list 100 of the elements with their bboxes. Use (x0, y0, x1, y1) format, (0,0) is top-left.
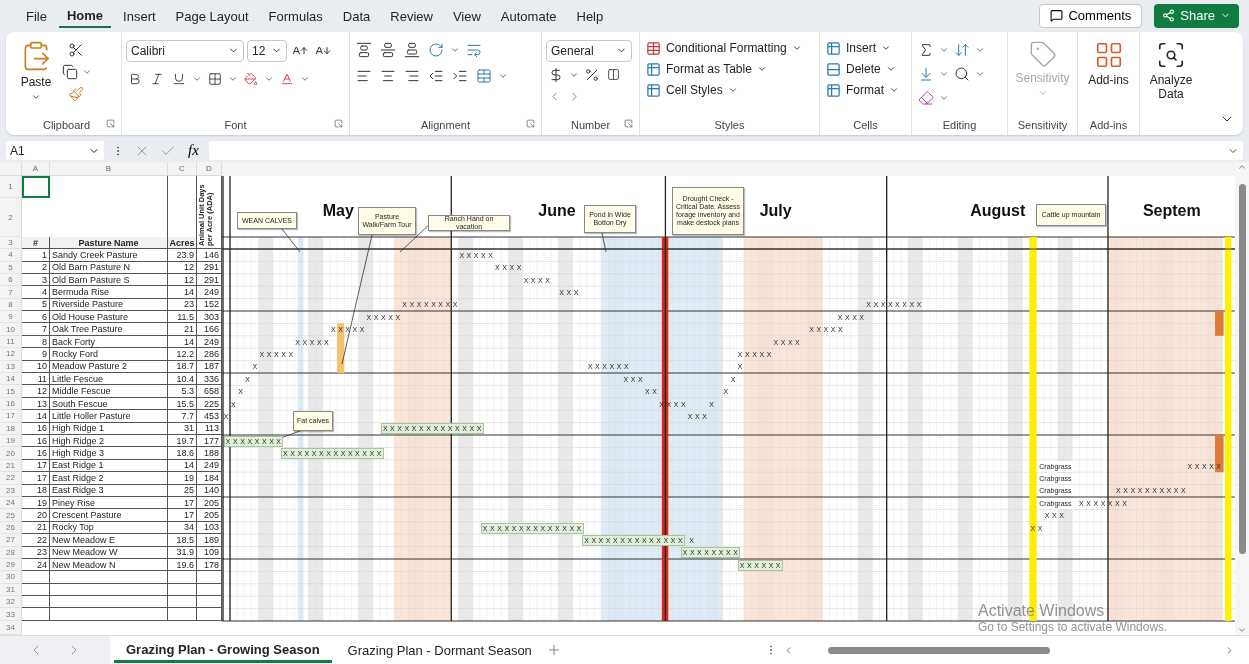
group-label: Number (570, 119, 611, 132)
table-cell: 18.5 (168, 534, 197, 547)
dialog-launcher-icon[interactable] (624, 119, 633, 129)
table-cell: 6 (22, 311, 50, 324)
name-box[interactable]: A1 (6, 141, 104, 161)
row-header: 1 (0, 176, 22, 199)
table-cell: 1 (22, 249, 50, 262)
row-header: 32 (0, 596, 22, 609)
table-cell: 14 (168, 286, 197, 299)
table-cell: 188 (197, 447, 222, 460)
fill-color-icon[interactable] (242, 69, 260, 88)
table-cell: Back Forty (50, 335, 168, 349)
menu-tab[interactable]: Home (58, 3, 112, 28)
vertical-scrollbar[interactable] (1235, 162, 1249, 636)
dialog-launcher-icon[interactable] (526, 119, 535, 129)
table-cell: East Ridge 1 (50, 459, 168, 473)
table-cell: 16 (22, 422, 50, 435)
table-cell: 3 (22, 273, 50, 287)
empty-cell (168, 596, 197, 609)
table-cell: 286 (197, 348, 222, 361)
row-header: 10 (0, 323, 22, 336)
comments-button[interactable]: Comments (1039, 3, 1143, 28)
menu-tab[interactable]: File (18, 4, 55, 27)
table-cell: 225 (197, 397, 222, 411)
table-cell: 19 (168, 472, 197, 485)
table-cell: 11 (22, 373, 50, 386)
table-cell: 249 (197, 286, 222, 299)
insert-function-button[interactable]: fx (184, 142, 203, 160)
column-header: Acres (168, 237, 197, 250)
sheet-tab[interactable]: Grazing Plan - Dormant Season (335, 639, 544, 662)
table-cell: Rocky Ford (50, 348, 168, 361)
font-name-dropdown[interactable]: Calibri (126, 39, 244, 62)
menu-tab[interactable]: Page Layout (167, 4, 257, 27)
table-cell: Rocky Top (50, 521, 168, 535)
table-cell: 166 (197, 323, 222, 336)
table-cell: 17 (168, 509, 197, 522)
table-cell: 16 (22, 435, 50, 448)
row-header: 9 (0, 311, 22, 324)
row-header: 14 (0, 373, 22, 386)
dialog-launcher-icon[interactable] (334, 119, 343, 129)
table-cell: 18.7 (168, 360, 197, 374)
menu-tab[interactable]: Review (382, 4, 441, 27)
share-button[interactable]: Share (1154, 3, 1239, 28)
styles-menu-button[interactable]: Cell Styles (644, 81, 804, 99)
row-header: 12 (0, 348, 22, 361)
number-format-dropdown[interactable]: General (546, 39, 632, 62)
row-header: 33 (0, 608, 22, 621)
table-cell: South Fescue (50, 397, 168, 411)
analyze-data-button[interactable]: Analyze Data (1147, 39, 1195, 136)
table-cell: 25 (168, 484, 197, 497)
styles-menu-button[interactable]: Format as Table (644, 60, 804, 78)
table-cell: 2 (22, 261, 50, 274)
table-icon (646, 82, 661, 98)
table-cell: East Ridge 2 (50, 472, 168, 485)
sheet-tab[interactable]: Grazing Plan - Growing Season (114, 637, 332, 663)
table-cell: New Meadow E (50, 534, 168, 547)
dialog-launcher-icon[interactable] (106, 119, 115, 129)
cells-menu-button[interactable]: Insert (824, 39, 901, 57)
table-icon (826, 82, 841, 98)
column-header: D (197, 162, 222, 177)
menu-tab[interactable]: View (444, 4, 489, 27)
font-size-dropdown[interactable]: 12 (247, 39, 287, 62)
table-cell: Piney Rise (50, 496, 168, 510)
menu-tab[interactable]: Insert (115, 4, 164, 27)
table-cell: 177 (197, 435, 222, 448)
formula-field[interactable] (208, 141, 1243, 161)
menu-tab[interactable]: Automate (492, 4, 565, 27)
table-cell: 34 (168, 521, 197, 535)
table-cell: 17 (22, 459, 50, 473)
group-label: Cells (853, 119, 878, 132)
table-cell: 13 (22, 397, 50, 411)
table-cell: 24 (22, 558, 50, 572)
menu-tab[interactable]: Formulas (260, 4, 331, 27)
menu-tab[interactable]: Help (568, 4, 612, 27)
selected-cell[interactable] (22, 176, 50, 199)
row-header: 30 (0, 571, 22, 584)
table-cell: 11.5 (168, 311, 197, 324)
table-cell: High Ridge 2 (50, 435, 168, 448)
column-header: C (168, 162, 197, 177)
table-cell: High Ridge 3 (50, 447, 168, 460)
table-cell: 453 (197, 410, 222, 423)
table-cell: 19.6 (168, 558, 197, 572)
table-cell: 291 (197, 261, 222, 274)
empty-cell (168, 608, 197, 621)
table-cell: 16 (22, 447, 50, 460)
cells-menu-button[interactable]: Delete (824, 60, 901, 78)
table-cell: New Meadow W (50, 546, 168, 559)
styles-menu-button[interactable]: Conditional Formatting (644, 39, 804, 57)
column-header: A (22, 162, 50, 177)
paste-button[interactable]: Paste (16, 39, 56, 116)
month-label: June (538, 202, 576, 221)
table-cell: 12 (168, 273, 197, 287)
table-cell: 31.9 (168, 546, 197, 559)
menu-tab[interactable]: Data (334, 4, 379, 27)
table-cell: 5 (22, 298, 50, 312)
table-cell: 14 (22, 410, 50, 423)
cells-menu-button[interactable]: Format (824, 81, 901, 99)
add-ins-button[interactable]: Add-ins (1084, 39, 1133, 116)
table-cell: 19 (22, 496, 50, 510)
table-cell: 22 (22, 534, 50, 547)
